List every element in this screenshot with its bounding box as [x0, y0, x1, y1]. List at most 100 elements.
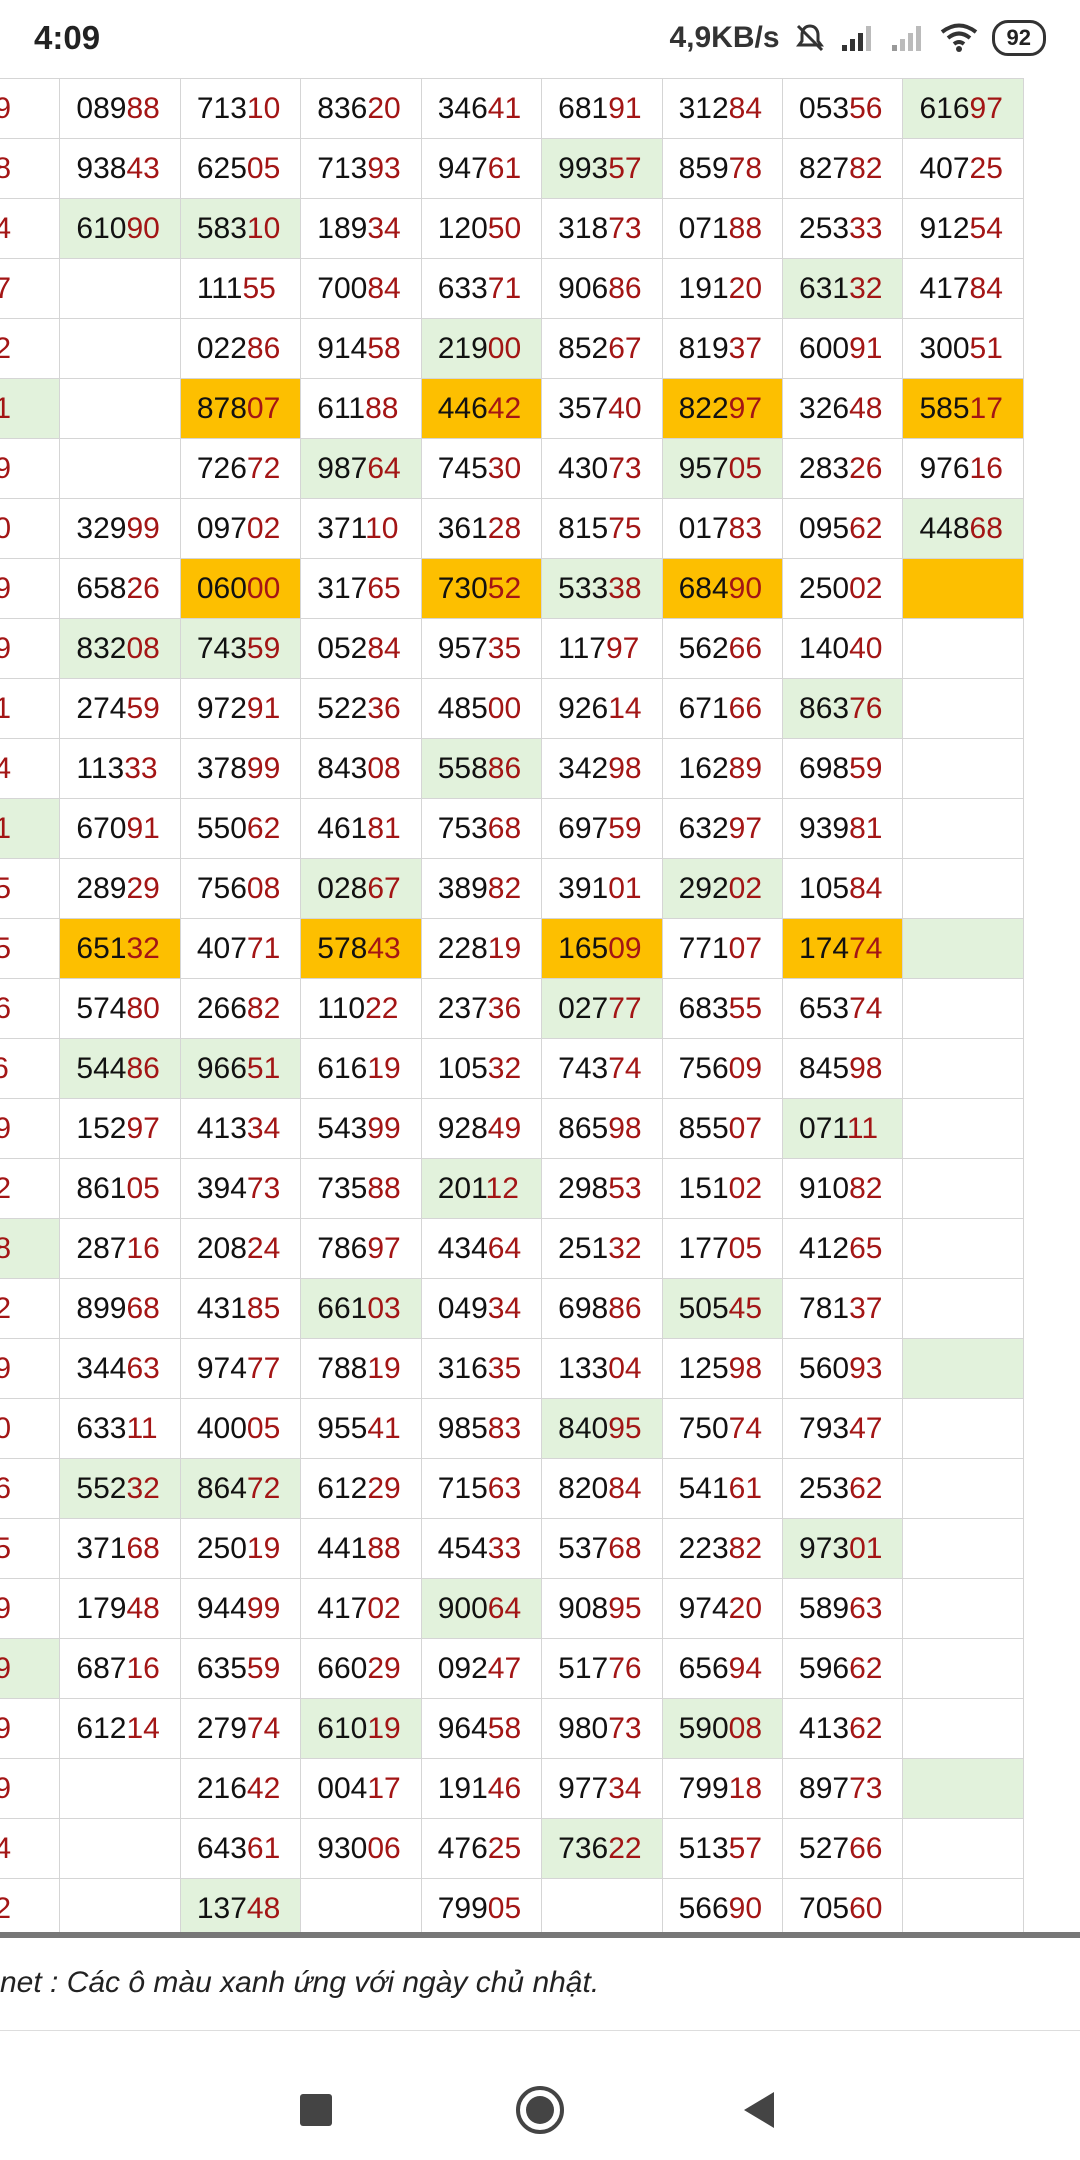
- result-cell: 08988: [59, 78, 181, 139]
- number-head: 053: [799, 91, 850, 125]
- number-tail: 84: [969, 271, 1003, 305]
- number-head: 250: [196, 1531, 247, 1565]
- home-button[interactable]: [510, 2080, 570, 2140]
- result-cell: 68191: [541, 78, 663, 139]
- number-head: 788: [317, 1351, 368, 1385]
- number-head: 631: [799, 271, 850, 305]
- result-cell: 489: [0, 438, 61, 499]
- result-cell: 71393: [300, 138, 422, 199]
- number-head: 910: [799, 1171, 850, 1205]
- number-head: 165: [558, 931, 609, 965]
- result-cell: [902, 1458, 1024, 1519]
- number-tail: 24: [246, 1231, 281, 1265]
- number-tail: 16: [0, 1052, 9, 1085]
- result-cell: 21900: [420, 318, 543, 379]
- number-head: 111: [196, 271, 243, 305]
- number-head: 517: [558, 1651, 609, 1685]
- number-tail: 58: [487, 1711, 522, 1745]
- number-head: 671: [678, 691, 729, 725]
- number-tail: 19: [367, 1051, 401, 1085]
- number-head: 926: [558, 691, 609, 725]
- number-tail: 59: [0, 632, 11, 665]
- result-cell: 89773: [782, 1758, 904, 1819]
- results-table-container[interactable]: 6890898871310836203464168191312840535661…: [0, 78, 1080, 1934]
- result-cell: 53338: [541, 558, 663, 619]
- number-tail: 74: [728, 1411, 763, 1445]
- number-head: 865: [558, 1111, 609, 1145]
- result-cell: 11333: [59, 738, 181, 799]
- result-cell: 59662: [782, 1638, 904, 1699]
- number-tail: 14: [608, 691, 642, 725]
- number-head: 394: [196, 1171, 247, 1205]
- result-cell: 86376: [782, 678, 904, 739]
- number-tail: 79: [0, 1772, 11, 1805]
- number-tail: 06: [367, 1831, 401, 1865]
- result-cell: 43073: [541, 438, 663, 499]
- number-head: 612: [76, 1711, 127, 1745]
- number-head: 957: [437, 631, 488, 665]
- number-head: 980: [558, 1711, 609, 1745]
- number-head: 585: [919, 391, 970, 425]
- number-tail: 29: [126, 871, 160, 905]
- number-head: 596: [799, 1651, 850, 1685]
- result-cell: 51357: [661, 1818, 784, 1879]
- result-cell: [902, 678, 1024, 739]
- number-head: 578: [317, 931, 368, 965]
- number-head: 485: [437, 691, 488, 725]
- number-head: 660: [317, 1651, 368, 1685]
- recents-button[interactable]: [286, 2080, 346, 2140]
- number-head: 832: [76, 631, 127, 665]
- result-cell: 73588: [300, 1158, 422, 1219]
- number-head: 944: [196, 1591, 247, 1625]
- number-head: 189: [317, 211, 368, 245]
- number-tail: 47: [849, 1411, 883, 1445]
- result-cell: [541, 1878, 663, 1934]
- number-tail: 20: [728, 271, 763, 305]
- result-cell: 07111: [782, 1098, 904, 1159]
- result-cell: 68490: [661, 558, 784, 619]
- back-button[interactable]: [730, 2080, 790, 2140]
- number-head: 840: [558, 1411, 609, 1445]
- number-head: 113: [76, 751, 125, 785]
- number-head: 151: [678, 1171, 729, 1205]
- number-tail: 40: [608, 391, 642, 425]
- number-head: 743: [558, 1051, 609, 1085]
- result-cell: 71310: [179, 78, 302, 139]
- result-cell: 71563: [420, 1458, 543, 1519]
- number-tail: 63: [487, 1471, 522, 1505]
- result-cell: 892: [0, 1158, 61, 1219]
- number-tail: 98: [608, 1111, 642, 1145]
- number-head: 600: [799, 331, 850, 365]
- number-tail: 76: [849, 691, 883, 725]
- number-tail: 34: [487, 1291, 522, 1325]
- number-tail: 08: [728, 1711, 763, 1745]
- result-cell: 32999: [59, 498, 181, 559]
- result-cell: 67091: [59, 798, 181, 859]
- result-cell: 508: [0, 138, 61, 199]
- result-cell: 10532: [420, 1038, 543, 1099]
- number-tail: 58: [367, 331, 401, 365]
- result-cell: 545: [0, 858, 61, 919]
- result-cell: 22382: [661, 1518, 784, 1579]
- number-tail: 85: [246, 1291, 281, 1325]
- number-head: 027: [558, 991, 609, 1025]
- result-cell: 13304: [541, 1338, 663, 1399]
- result-cell: [59, 1758, 181, 1819]
- number-head: 661: [317, 1291, 368, 1325]
- result-cell: 336: [0, 1458, 61, 1519]
- number-tail: 03: [367, 1291, 401, 1325]
- number-tail: 93: [367, 151, 401, 185]
- result-cell: 72672: [179, 438, 302, 499]
- number-head: 371: [76, 1531, 127, 1565]
- result-cell: [300, 1878, 422, 1934]
- number-head: 251: [558, 1231, 609, 1265]
- result-cell: 99357: [541, 138, 663, 199]
- table-row: 67711155700846337190686191206313241784: [0, 258, 1024, 319]
- number-tail: 48: [849, 391, 883, 425]
- result-cell: 86105: [59, 1158, 181, 1219]
- number-head: 162: [678, 751, 729, 785]
- result-cell: 41784: [902, 258, 1024, 319]
- result-cell: 677: [0, 258, 61, 319]
- result-cell: [902, 918, 1024, 979]
- number-head: 939: [799, 811, 850, 845]
